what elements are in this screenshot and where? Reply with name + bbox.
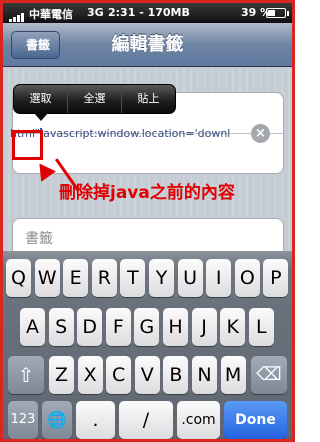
- key-d[interactable]: D: [77, 308, 103, 346]
- keyboard-row-4: 123 🌐 . / .com Done: [3, 401, 292, 439]
- key-e[interactable]: E: [63, 259, 89, 297]
- delete-key[interactable]: ⌫: [251, 356, 287, 394]
- highlight-box: [12, 130, 43, 160]
- url-field[interactable]: html"javascript:window.location='downl: [10, 122, 240, 146]
- keyboard-row-3: ⇧ ⌫ ZXCVBNM: [3, 356, 292, 396]
- key-p[interactable]: P: [263, 259, 289, 297]
- key-w[interactable]: W: [34, 259, 60, 297]
- edit-bookmark-form: html"javascript:window.location='downl ×…: [3, 68, 292, 258]
- back-button[interactable]: 書籤: [11, 31, 61, 59]
- select-menu-item[interactable]: 選取: [14, 85, 68, 113]
- time-label: 2:31 - 170MB: [108, 6, 190, 19]
- key-i[interactable]: I: [206, 259, 232, 297]
- keyboard-row-1: QWERTYUIOP: [3, 259, 292, 299]
- numbers-key[interactable]: 123: [8, 401, 38, 439]
- key-f[interactable]: F: [105, 308, 131, 346]
- key-c[interactable]: C: [106, 356, 132, 394]
- key-n[interactable]: N: [192, 356, 217, 394]
- navigation-bar: 編輯書籤 書籤: [3, 23, 292, 67]
- status-bar: 中華電信 3G 2:31 - 170MB 39 %: [3, 3, 292, 23]
- done-button[interactable]: Done: [224, 401, 287, 439]
- key-g[interactable]: G: [134, 308, 160, 346]
- carrier-label: 中華電信: [29, 8, 73, 21]
- dot-key[interactable]: .: [76, 401, 115, 439]
- network-label: 3G: [87, 6, 104, 19]
- battery-icon: [266, 8, 289, 18]
- edit-callout-menu: 選取 全選 貼上: [13, 84, 176, 121]
- slash-key[interactable]: /: [119, 401, 173, 439]
- keyboard-row-2: ASDFGHJKL: [3, 308, 292, 348]
- paste-menu-item[interactable]: 貼上: [122, 85, 175, 113]
- clear-icon[interactable]: ×: [251, 124, 270, 143]
- key-u[interactable]: U: [177, 259, 203, 297]
- key-j[interactable]: J: [191, 308, 217, 346]
- key-r[interactable]: R: [91, 259, 117, 297]
- annotation-text: 刪除掉java之前的內容: [59, 183, 235, 203]
- key-l[interactable]: L: [248, 308, 274, 346]
- dotcom-key[interactable]: .com: [177, 401, 220, 439]
- key-o[interactable]: O: [234, 259, 260, 297]
- key-v[interactable]: V: [134, 356, 160, 394]
- keyboard: QWERTYUIOP ASDFGHJKL ⇧ ⌫ ZXCVBNM 123 🌐 .…: [3, 251, 292, 439]
- signal-icon: [9, 9, 25, 22]
- select-all-menu-item[interactable]: 全選: [68, 85, 122, 113]
- key-b[interactable]: B: [163, 356, 189, 394]
- key-h[interactable]: H: [163, 308, 188, 346]
- key-x[interactable]: X: [77, 356, 103, 394]
- key-y[interactable]: Y: [149, 259, 174, 297]
- key-q[interactable]: Q: [6, 259, 31, 297]
- key-k[interactable]: K: [220, 308, 246, 346]
- shift-key[interactable]: ⇧: [8, 356, 44, 394]
- key-s[interactable]: S: [48, 308, 74, 346]
- key-z[interactable]: Z: [49, 356, 74, 394]
- key-m[interactable]: M: [220, 356, 246, 394]
- globe-icon[interactable]: 🌐: [42, 401, 72, 439]
- key-a[interactable]: A: [20, 308, 45, 346]
- screenshot-frame: 中華電信 3G 2:31 - 170MB 39 % 編輯書籤 書籤 html"j…: [0, 0, 295, 442]
- key-t[interactable]: T: [120, 259, 146, 297]
